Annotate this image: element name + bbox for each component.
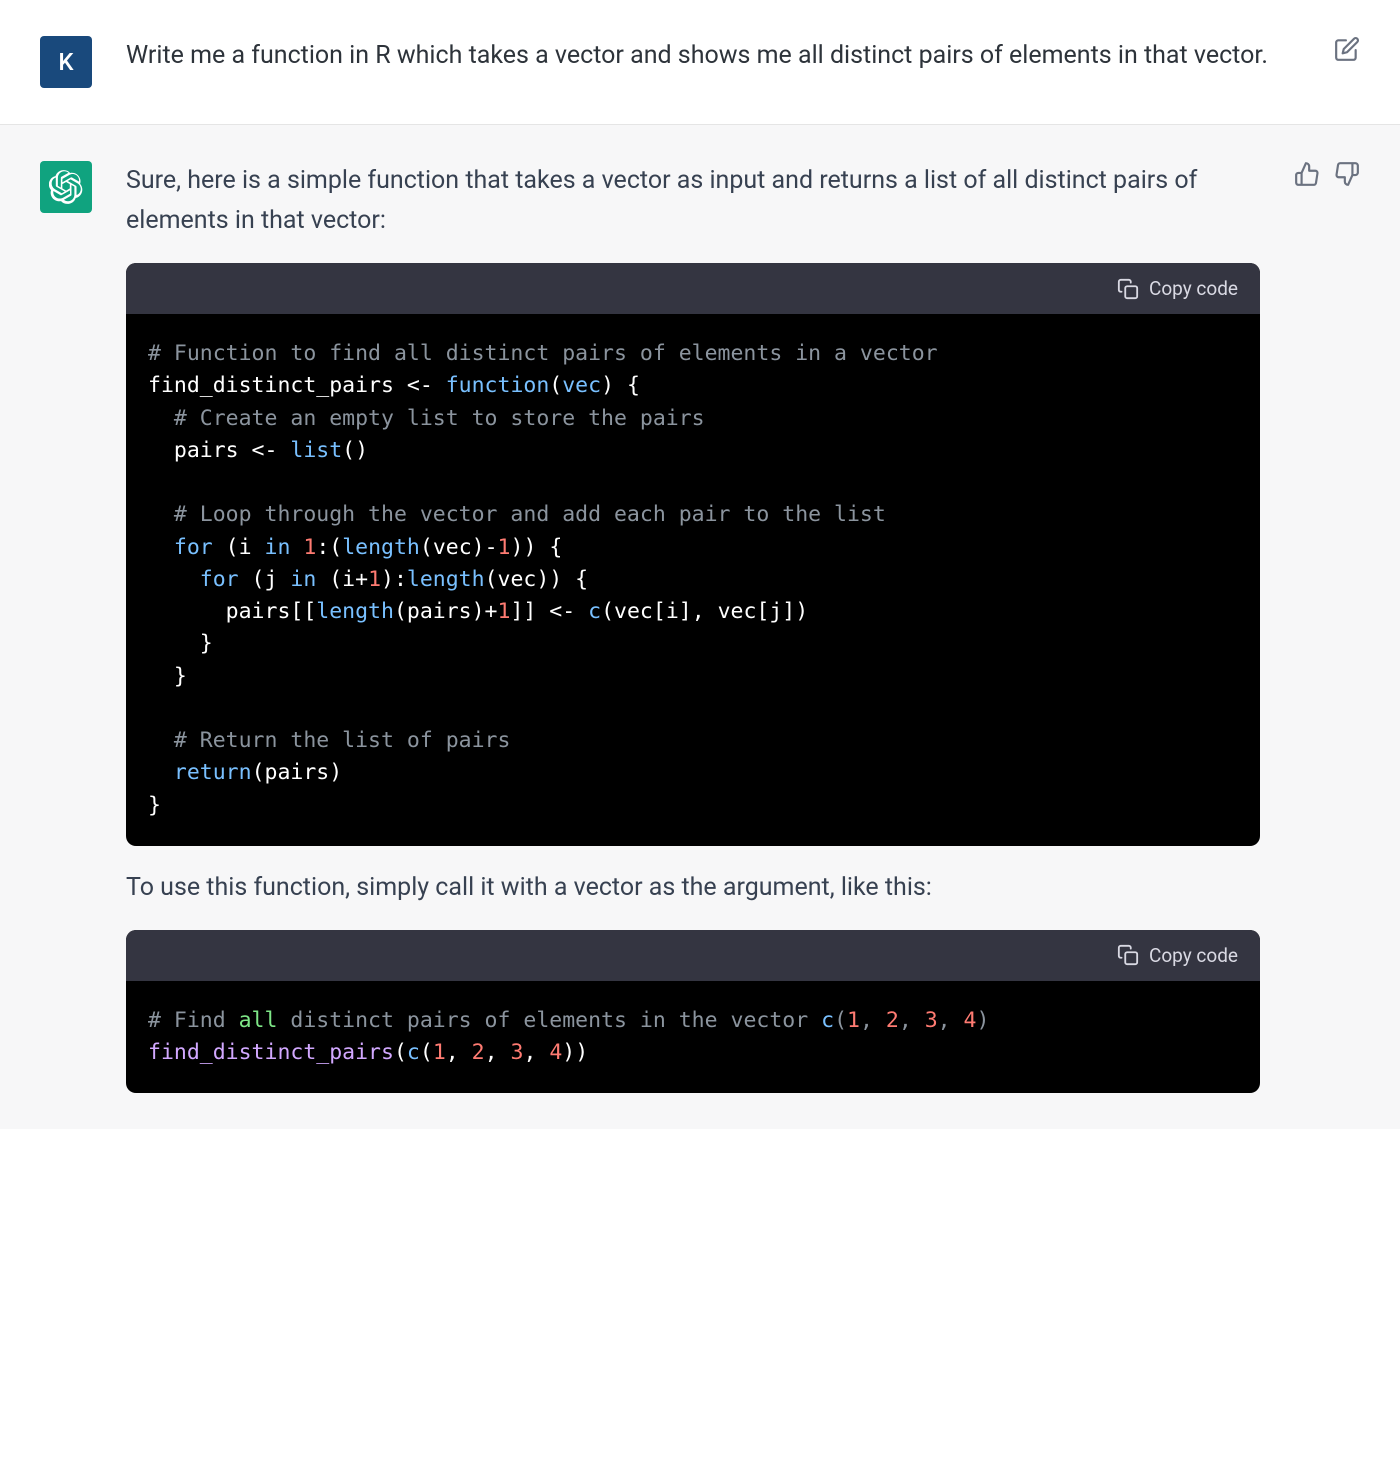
- code-token: 1: [498, 599, 511, 624]
- code-token: length: [407, 567, 485, 592]
- code-token: }: [148, 793, 161, 818]
- code-token: list: [290, 438, 342, 463]
- code-token: # Function to find all distinct pairs of…: [148, 341, 938, 366]
- code-token: (): [342, 438, 368, 463]
- user-avatar: K: [40, 36, 92, 88]
- code-token: (pairs): [252, 760, 343, 785]
- code-token: (: [549, 373, 562, 398]
- assistant-message-row: Sure, here is a simple function that tak…: [0, 124, 1400, 1129]
- code-token: ,: [446, 1040, 472, 1065]
- code-token: (j: [239, 567, 291, 592]
- copy-code-label: Copy code: [1149, 944, 1238, 967]
- code-token: 3: [925, 1008, 938, 1033]
- code-token: ):: [381, 567, 407, 592]
- code-token: ]] <-: [510, 599, 588, 624]
- code-token: (: [420, 1040, 433, 1065]
- code-token: 4: [549, 1040, 562, 1065]
- code-token: ,: [523, 1040, 549, 1065]
- code-token: 1: [368, 567, 381, 592]
- code-token: pairs[[: [148, 599, 316, 624]
- code-token: }: [148, 664, 187, 689]
- copy-code-button[interactable]: Copy code: [1117, 944, 1238, 967]
- code-token: (pairs)+: [394, 599, 498, 624]
- code-token: ,: [860, 1008, 886, 1033]
- code-token: all: [239, 1008, 278, 1033]
- code-token: ,: [938, 1008, 964, 1033]
- code-token: return: [148, 760, 252, 785]
- code-token: c: [821, 1008, 834, 1033]
- code-token: 1: [303, 535, 316, 560]
- code-token: distinct pairs of elements in the vector: [277, 1008, 821, 1033]
- code-token: 2: [886, 1008, 899, 1033]
- code-token: in: [265, 535, 291, 560]
- code-token: 4: [964, 1008, 977, 1033]
- code-token: find_distinct_pairs <-: [148, 373, 446, 398]
- code-token: c: [407, 1040, 420, 1065]
- code-token: # Return the list of pairs: [148, 728, 510, 753]
- code-token: (vec[i], vec[j]): [601, 599, 808, 624]
- code-token: for: [148, 567, 239, 592]
- code-token: for: [148, 535, 213, 560]
- thumbs-up-icon[interactable]: [1294, 161, 1320, 187]
- code-content-2[interactable]: # Find all distinct pairs of elements in…: [126, 981, 1260, 1094]
- code-token: c: [588, 599, 601, 624]
- code-token: ,: [485, 1040, 511, 1065]
- code-token: (vec)-: [420, 535, 498, 560]
- user-message-text: Write me a function in R which takes a v…: [126, 36, 1300, 76]
- edit-icon[interactable]: [1334, 36, 1360, 62]
- assistant-mid-text: To use this function, simply call it wit…: [126, 868, 1260, 908]
- code-block-1: Copy code # Function to find all distinc…: [126, 263, 1260, 846]
- assistant-avatar: [40, 161, 92, 213]
- user-message-row: K Write me a function in R which takes a…: [0, 0, 1400, 124]
- avatar-letter: K: [58, 48, 73, 76]
- code-token: length: [342, 535, 420, 560]
- code-token: ,: [899, 1008, 925, 1033]
- code-token: :(: [316, 535, 342, 560]
- assistant-actions: [1294, 161, 1360, 1093]
- code-token: # Find: [148, 1008, 239, 1033]
- assistant-message-body: Sure, here is a simple function that tak…: [126, 161, 1260, 1093]
- code-token: 3: [511, 1040, 524, 1065]
- code-token: find_distinct_pairs: [148, 1040, 394, 1065]
- code-header: Copy code: [126, 263, 1260, 314]
- code-token: )): [562, 1040, 588, 1065]
- code-token: 1: [847, 1008, 860, 1033]
- code-token: function: [446, 373, 550, 398]
- code-token: 1: [498, 535, 511, 560]
- code-token: ): [977, 1008, 990, 1033]
- code-token: 1: [433, 1040, 446, 1065]
- code-token: # Create an empty list to store the pair…: [148, 406, 705, 431]
- code-token: pairs <-: [148, 438, 290, 463]
- code-token: }: [148, 631, 213, 656]
- code-token: (: [394, 1040, 407, 1065]
- code-header: Copy code: [126, 930, 1260, 981]
- thumbs-down-icon[interactable]: [1334, 161, 1360, 187]
- code-token: (i+: [316, 567, 368, 592]
- code-token: # Loop through the vector and add each p…: [148, 502, 886, 527]
- code-block-2: Copy code # Find all distinct pairs of e…: [126, 930, 1260, 1094]
- copy-code-button[interactable]: Copy code: [1117, 277, 1238, 300]
- code-token: vec: [562, 373, 601, 398]
- code-token: 2: [472, 1040, 485, 1065]
- code-token: )) {: [511, 535, 563, 560]
- assistant-intro-text: Sure, here is a simple function that tak…: [126, 161, 1260, 241]
- code-token: length: [316, 599, 394, 624]
- code-token: (i: [213, 535, 265, 560]
- code-token: ) {: [601, 373, 640, 398]
- code-token: (: [834, 1008, 847, 1033]
- code-content-1[interactable]: # Function to find all distinct pairs of…: [126, 314, 1260, 846]
- copy-code-label: Copy code: [1149, 277, 1238, 300]
- code-token: in: [290, 567, 316, 592]
- code-token: (vec)) {: [485, 567, 589, 592]
- user-message-body: Write me a function in R which takes a v…: [126, 36, 1300, 88]
- user-actions: [1334, 36, 1360, 88]
- code-token: [290, 535, 303, 560]
